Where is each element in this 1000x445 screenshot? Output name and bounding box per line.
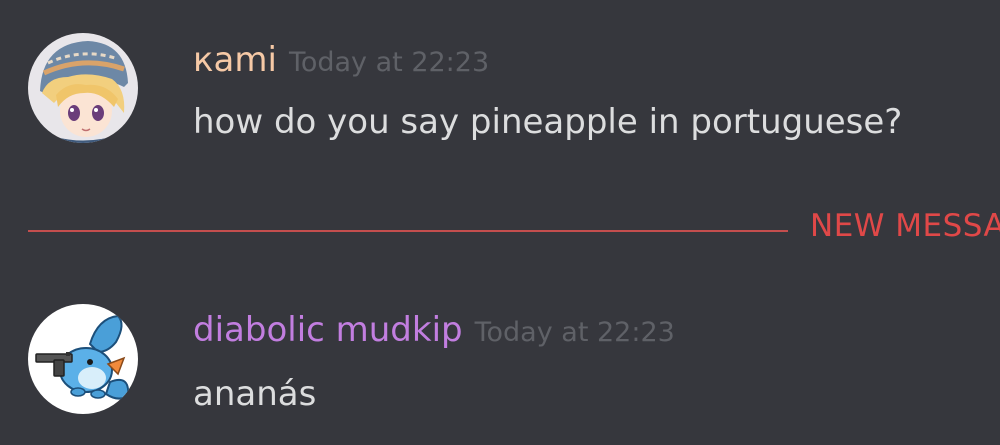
message-header: кami Today at 22:23 — [193, 40, 489, 80]
mudkip-with-gun-avatar-icon — [28, 304, 138, 414]
new-messages-divider-line — [28, 230, 788, 232]
anime-character-avatar-icon — [28, 33, 138, 143]
new-messages-divider-label: NEW MESSA — [810, 208, 1000, 244]
user-avatar[interactable] — [28, 304, 138, 414]
timestamp: Today at 22:23 — [288, 47, 490, 78]
message-header: diabolic mudkip Today at 22:23 — [193, 310, 675, 350]
chat-view: кami Today at 22:23 how do you say pineap… — [0, 0, 1000, 445]
message-content: ananás — [193, 374, 317, 414]
timestamp: Today at 22:23 — [474, 317, 675, 348]
user-avatar[interactable] — [28, 33, 138, 143]
message-content: how do you say pineapple in portuguese? — [193, 102, 903, 142]
message-item: кami Today at 22:23 how do you say pineap… — [0, 0, 1000, 170]
message-item: diabolic mudkip Today at 22:23 ananás — [0, 290, 1000, 445]
username[interactable]: diabolic mudkip — [193, 310, 463, 350]
username[interactable]: кami — [193, 40, 277, 80]
